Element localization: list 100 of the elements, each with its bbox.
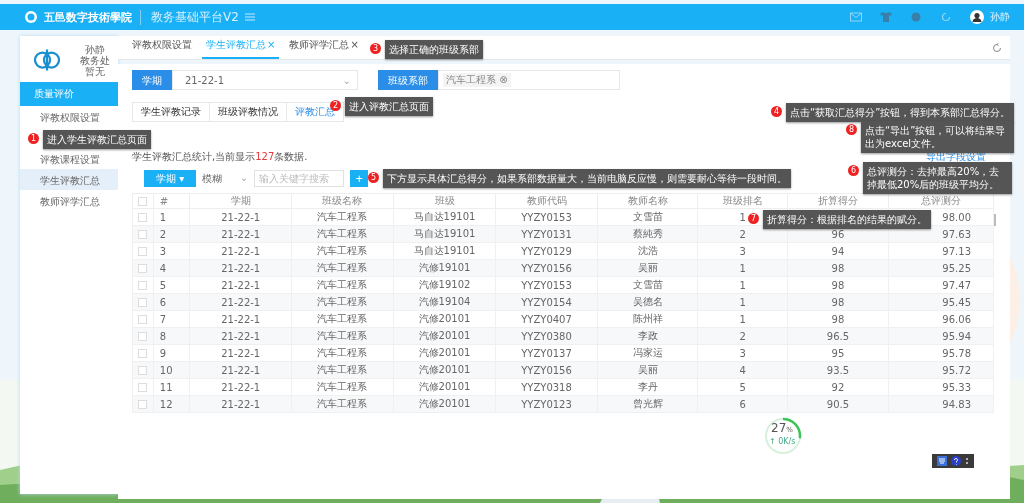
refresh-icon[interactable] [940,12,952,22]
sidebar-item[interactable]: 教师评学汇总 [20,190,118,211]
checkbox[interactable] [138,197,148,206]
progress-ring [763,416,803,456]
table-cell: 95.45 [888,293,994,311]
table-cell: 12 [153,395,190,413]
table-cell: 马自达19101 [393,208,496,226]
sidebar-item[interactable]: 评教课程设置 [20,148,118,169]
table-cell: 冯家运 [597,344,698,362]
table-cell: YYZY0380 [495,327,598,345]
checkbox[interactable] [138,264,148,273]
table-cell: 94.83 [888,395,994,413]
table-cell: 6 [153,293,190,311]
column-header: 班级 [393,193,496,209]
circle-icon[interactable] [910,12,922,22]
table-cell: 汽车工程系 [291,378,394,396]
refresh-icon[interactable] [992,43,1002,53]
menu-icon[interactable] [244,13,255,21]
rate-text: ↑ 0K/s [769,437,796,446]
checkbox[interactable] [138,298,148,307]
table-cell: 21-22-1 [189,259,292,277]
table-cell: 陈州祥 [597,310,698,328]
sidebar-item[interactable]: 学生评教汇总 [20,169,118,190]
checkbox[interactable] [138,349,148,358]
table-cell: 98 [787,293,889,311]
column-header: 教师代码 [495,193,598,209]
table-cell: 21-22-1 [189,310,292,328]
page-tab[interactable]: 评教权限设置 [128,38,196,59]
profile-text: 孙静 [85,43,105,55]
mail-icon[interactable] [850,12,862,22]
checkbox[interactable] [138,332,148,341]
table-cell: 10 [153,361,190,379]
table-cell: 沈浩 [597,242,698,260]
step-badge: 8 [846,124,857,135]
table-cell: 文雪苗 [597,276,698,294]
keyboard-icon[interactable] [937,456,947,466]
table-cell: YYZY0137 [495,344,598,362]
table-cell: YYZY0131 [495,225,598,243]
table-cell: 1 [697,293,788,311]
checkbox[interactable] [138,230,148,239]
annotation-tooltip: 下方显示具体汇总得分，如果系部数据量大，当前电脑反应慢，则需要耐心等待一段时间。 [383,169,791,188]
step-badge: 1 [28,133,39,144]
filter-label: 班级系部 [378,70,438,90]
term-select[interactable]: 21-22-1 ⌄ [172,70,358,90]
sidebar-item[interactable]: 评教权限设置 [20,106,118,127]
help-icon[interactable] [951,456,961,466]
table-cell: 马自达19101 [393,225,496,243]
checkbox[interactable] [138,281,148,290]
sub-tab[interactable]: 班级评教情况 [209,102,287,122]
department-select[interactable]: 汽车工程系 ⊗ [438,70,620,90]
logo-icon [32,49,62,71]
checkbox[interactable] [138,213,148,222]
platform-title: 教务基础平台V2 [151,8,239,26]
checkbox[interactable] [138,400,148,409]
column-header: 学期 [189,193,292,209]
table-cell: 7 [153,310,190,328]
table-cell: 曾光辉 [597,395,698,413]
annotation-tooltip: 点击“导出”按钮，可以将结果导出为excel文件。 [861,121,1014,153]
table-cell: YYZY0153 [495,276,598,294]
school-logo-icon [24,10,38,24]
table-cell: 汽车工程系 [291,242,394,260]
table-cell: 95.33 [888,378,994,396]
table-cell: 汽车工程系 [291,344,394,362]
checkbox[interactable] [138,315,148,324]
shirt-icon[interactable] [880,12,892,22]
table-cell: 8 [153,327,190,345]
step-badge: 3 [370,43,381,54]
table-cell: 汽车工程系 [291,310,394,328]
table-cell: YYZY0156 [495,361,598,379]
table-cell: 11 [153,378,190,396]
table-cell: 汽修20101 [393,310,496,328]
annotation-tooltip: 进入评教汇总页面 [345,97,433,116]
checkbox[interactable] [138,383,148,392]
scrollbar[interactable] [994,214,996,226]
table-cell: 98 [787,276,889,294]
table-cell: 马自达19101 [393,242,496,260]
more-icon[interactable] [965,456,969,466]
table-cell: 6 [697,395,788,413]
match-select[interactable]: 模糊 ⌄ [202,171,249,186]
table-cell: 汽车工程系 [291,276,394,294]
checkbox[interactable] [138,247,148,256]
table-cell: 95.25 [888,259,994,277]
table-cell: 1 [697,259,788,277]
table-cell: 21-22-1 [189,225,292,243]
table-cell: 95.94 [888,327,994,345]
table-cell: 90.5 [787,395,889,413]
sub-tab[interactable]: 学生评教记录 [132,102,210,122]
page-tab[interactable]: 教师评学汇总× [285,38,363,59]
table-cell: 5 [153,276,190,294]
avatar-icon[interactable] [970,10,984,24]
table-cell: 21-22-1 [189,327,292,345]
table-cell: 21-22-1 [189,242,292,260]
table-cell: 汽车工程系 [291,327,394,345]
search-field[interactable]: 输入关键字搜索 [254,170,345,187]
table-cell: 2 [153,225,190,243]
checkbox[interactable] [138,366,148,375]
table-cell: 97.13 [888,242,994,260]
filter-label: 学期 [132,70,172,90]
table-cell: 汽车工程系 [291,293,394,311]
annotation-tooltip: 选择正确的班级系部 [385,40,483,59]
